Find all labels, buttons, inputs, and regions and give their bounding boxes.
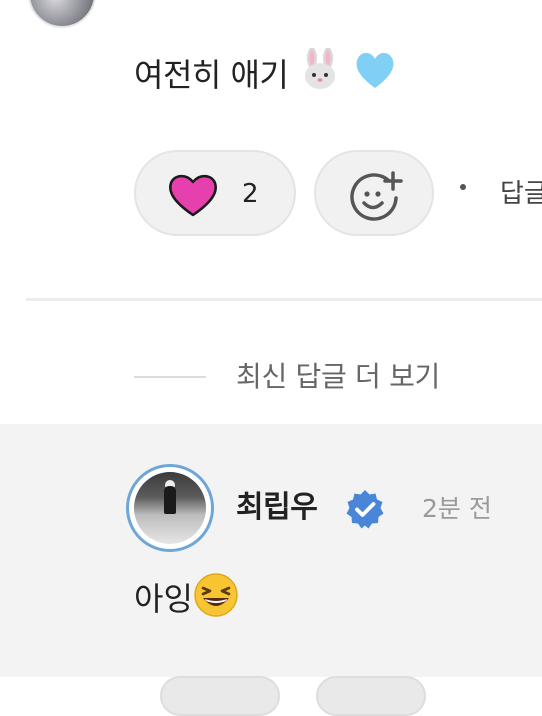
comment-emojis bbox=[298, 47, 398, 94]
avatar-photo bbox=[134, 472, 206, 544]
commenter-avatar[interactable] bbox=[28, 0, 96, 28]
reply-author-avatar[interactable] bbox=[126, 464, 214, 552]
reply-text: 아잉 bbox=[134, 572, 239, 622]
heart-icon bbox=[169, 174, 217, 217]
reply-author-name[interactable]: 최립우 bbox=[236, 488, 318, 528]
reply-add-reaction-button[interactable] bbox=[316, 676, 426, 716]
more-replies-button[interactable]: 최신 답글 더 보기 bbox=[236, 358, 440, 396]
reply-item: 최립우 2분 전 아잉 bbox=[0, 424, 542, 716]
more-replies-line bbox=[134, 376, 206, 378]
rabbit-emoji-icon bbox=[305, 47, 336, 89]
light-blue-heart-icon bbox=[356, 52, 394, 88]
separator-dot bbox=[460, 184, 466, 190]
verified-badge-icon bbox=[346, 490, 384, 529]
comment-body: 여전히 애기 bbox=[134, 56, 289, 94]
laughing-emoji-icon bbox=[194, 573, 238, 617]
like-count: 2 bbox=[242, 179, 259, 209]
reply-like-button[interactable] bbox=[160, 676, 280, 716]
reply-timestamp: 2분 전 bbox=[422, 494, 492, 523]
add-reaction-icon bbox=[350, 171, 403, 221]
reply-body: 아잉 bbox=[134, 580, 193, 618]
divider bbox=[26, 298, 542, 301]
like-button[interactable]: 2 bbox=[134, 150, 296, 236]
reply-link[interactable]: 답글 bbox=[500, 176, 542, 212]
comment-text: 여전히 애기 bbox=[134, 47, 398, 100]
add-reaction-button[interactable] bbox=[314, 150, 434, 236]
